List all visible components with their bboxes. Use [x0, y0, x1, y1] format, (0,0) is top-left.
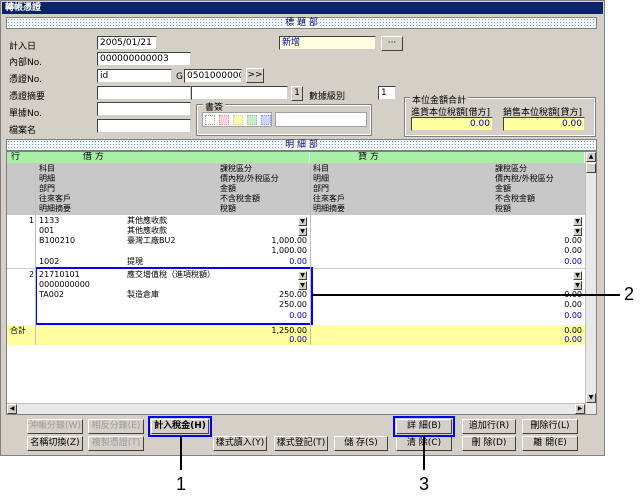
callout-3: 3	[419, 474, 430, 494]
callout-1: 1	[176, 474, 187, 494]
callout-lines	[180, 294, 620, 470]
callout-2: 2	[624, 284, 635, 304]
